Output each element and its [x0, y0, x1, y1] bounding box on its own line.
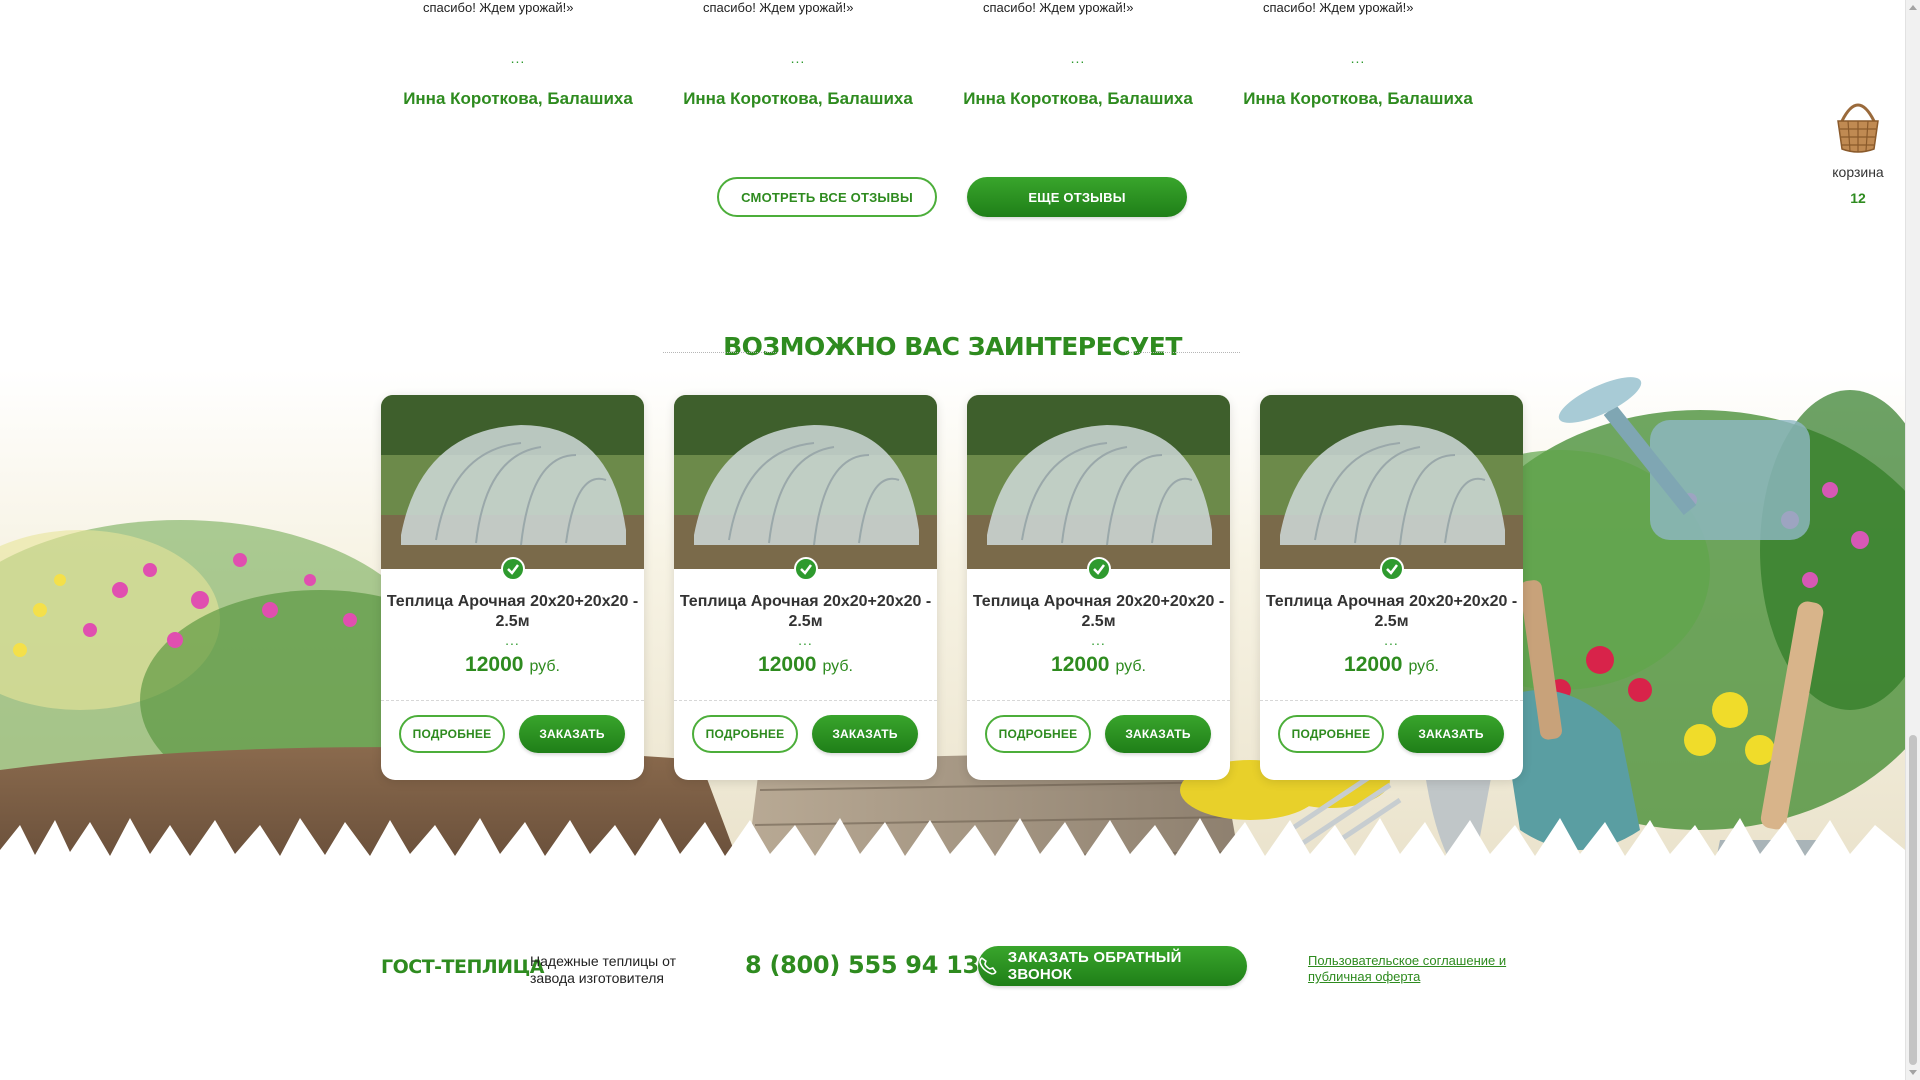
product-name[interactable]: Теплица Арочная 20х20+20х20 - 2.5м — [674, 592, 937, 632]
review-dots: ... — [790, 50, 806, 66]
order-button[interactable]: ЗАКАЗАТЬ — [812, 715, 918, 753]
review-quote: спасибо! Ждем урожай!» — [423, 0, 574, 15]
check-badge-icon — [794, 557, 818, 581]
footer-phone[interactable]: 8 (800) 555 94 13 — [745, 951, 979, 979]
cart-label: корзина — [1832, 164, 1884, 180]
callback-button[interactable]: ЗАКАЗАТЬ ОБРАТНЫЙ ЗВОНОК — [978, 946, 1247, 986]
review-dots: ... — [1070, 50, 1086, 66]
check-badge-icon — [501, 557, 525, 581]
product-card: Теплица Арочная 20х20+20х20 - 2.5м ... 1… — [674, 395, 937, 780]
price-currency: руб. — [822, 658, 853, 675]
greenhouse-photo[interactable] — [1260, 395, 1523, 569]
price-currency: руб. — [529, 658, 560, 675]
review-quote: спасибо! Ждем урожай!» — [983, 0, 1134, 15]
review-quote: спасибо! Ждем урожай!» — [703, 0, 854, 15]
callback-label: ЗАКАЗАТЬ ОБРАТНЫЙ ЗВОНОК — [1007, 949, 1182, 983]
product-price: 12000 руб. — [1260, 653, 1523, 677]
section-title: ВОЗМОЖНО ВАС ЗАИНТЕРЕСУЕТ — [0, 332, 1905, 361]
product-dots: ... — [505, 632, 520, 648]
product-card: Теплица Арочная 20х20+20х20 - 2.5м ... 1… — [967, 395, 1230, 780]
scroll-down-arrow-icon[interactable] — [1909, 1070, 1917, 1075]
section-title-text: ВОЗМОЖНО ВАС ЗАИНТЕРЕСУЕТ — [723, 332, 1182, 361]
price-value: 12000 — [465, 653, 524, 676]
product-card: Теплица Арочная 20х20+20х20 - 2.5м ... 1… — [1260, 395, 1523, 780]
garden-background — [0, 370, 1905, 920]
details-button[interactable]: ПОДРОБНЕЕ — [399, 715, 505, 753]
footer: ГОСТ-ТЕПЛИЦА Надежные теплицы от завода … — [0, 940, 1905, 1080]
basket-icon — [1837, 103, 1879, 153]
greenhouse-photo[interactable] — [381, 395, 644, 569]
scrollbar-thumb[interactable] — [1909, 735, 1917, 1065]
title-divider-right — [1125, 352, 1240, 353]
card-divider — [1260, 700, 1523, 701]
details-button[interactable]: ПОДРОБНЕЕ — [692, 715, 798, 753]
product-price: 12000 руб. — [381, 653, 644, 677]
order-button[interactable]: ЗАКАЗАТЬ — [519, 715, 625, 753]
price-currency: руб. — [1408, 658, 1439, 675]
card-divider — [674, 700, 937, 701]
review-dots: ... — [510, 50, 526, 66]
product-card: Теплица Арочная 20х20+20х20 - 2.5м ... 1… — [381, 395, 644, 780]
order-button[interactable]: ЗАКАЗАТЬ — [1398, 715, 1504, 753]
product-dots: ... — [1091, 632, 1106, 648]
details-button[interactable]: ПОДРОБНЕЕ — [1278, 715, 1384, 753]
product-name[interactable]: Теплица Арочная 20х20+20х20 - 2.5м — [1260, 592, 1523, 632]
price-value: 12000 — [1051, 653, 1110, 676]
review-card: спасибо! Ждем урожай!» ... Инна Коротков… — [1243, 0, 1473, 108]
review-dots: ... — [1350, 50, 1366, 66]
card-divider — [967, 700, 1230, 701]
all-reviews-button[interactable]: СМОТРЕТЬ ВСЕ ОТЗЫВЫ — [717, 177, 937, 217]
review-card: спасибо! Ждем урожай!» ... Инна Коротков… — [403, 0, 633, 108]
footer-brand[interactable]: ГОСТ-ТЕПЛИЦА — [381, 956, 544, 978]
garden-illustration — [0, 370, 1905, 920]
title-divider-left — [663, 352, 778, 353]
price-value: 12000 — [758, 653, 817, 676]
page-scrollbar[interactable] — [1905, 0, 1920, 1080]
product-price: 12000 руб. — [967, 653, 1230, 677]
check-badge-icon — [1087, 557, 1111, 581]
cart-widget[interactable]: корзина 12 — [1826, 95, 1890, 206]
product-dots: ... — [1384, 632, 1399, 648]
review-quote: спасибо! Ждем урожай!» — [1263, 0, 1414, 15]
product-name[interactable]: Теплица Арочная 20х20+20х20 - 2.5м — [967, 592, 1230, 632]
review-author: Инна Короткова, Балашиха — [963, 89, 1193, 108]
review-author: Инна Короткова, Балашиха — [403, 89, 633, 108]
review-card: спасибо! Ждем урожай!» ... Инна Коротков… — [963, 0, 1193, 108]
order-button[interactable]: ЗАКАЗАТЬ — [1105, 715, 1211, 753]
cart-count: 12 — [1850, 190, 1866, 206]
review-author: Инна Короткова, Балашиха — [1243, 89, 1473, 108]
product-dots: ... — [798, 632, 813, 648]
details-button[interactable]: ПОДРОБНЕЕ — [985, 715, 1091, 753]
phone-icon — [979, 957, 997, 975]
scroll-up-arrow-icon[interactable] — [1909, 5, 1917, 10]
greenhouse-photo[interactable] — [967, 395, 1230, 569]
review-card: спасибо! Ждем урожай!» ... Инна Коротков… — [683, 0, 913, 108]
card-divider — [381, 700, 644, 701]
footer-tagline: Надежные теплицы от завода изготовителя — [530, 953, 677, 986]
legal-link[interactable]: Пользовательское соглашение и публичная … — [1308, 953, 1528, 985]
check-badge-icon — [1380, 557, 1404, 581]
review-author: Инна Короткова, Балашиха — [683, 89, 913, 108]
product-name[interactable]: Теплица Арочная 20х20+20х20 - 2.5м — [381, 592, 644, 632]
more-reviews-button[interactable]: ЕЩЕ ОТЗЫВЫ — [967, 177, 1187, 217]
greenhouse-photo[interactable] — [674, 395, 937, 569]
price-value: 12000 — [1344, 653, 1403, 676]
product-price: 12000 руб. — [674, 653, 937, 677]
price-currency: руб. — [1115, 658, 1146, 675]
